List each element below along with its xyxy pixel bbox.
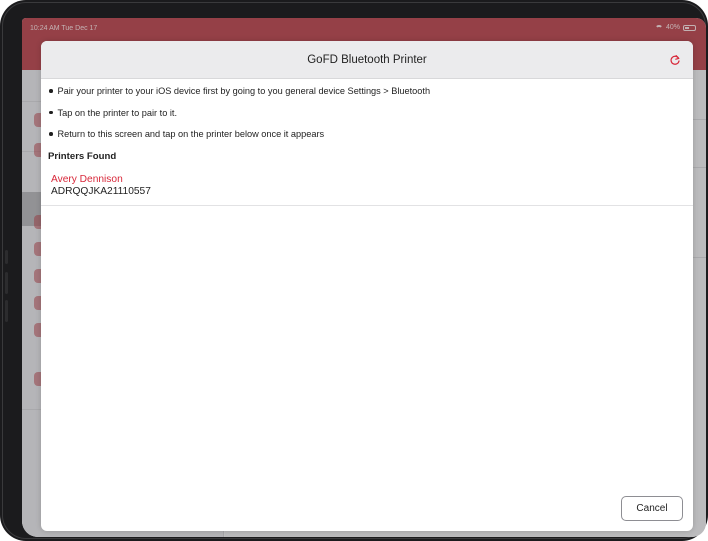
refresh-button[interactable] <box>667 52 683 68</box>
refresh-icon <box>670 55 680 65</box>
instruction-text: Pair your printer to your iOS device fir… <box>57 86 431 96</box>
printer-list-item[interactable]: Avery Dennison ADRQQJKA21110557 <box>41 174 693 206</box>
instructions-list: Pair your printer to your iOS device fir… <box>41 79 693 150</box>
printer-name: Avery Dennison <box>51 173 123 185</box>
modal-header: GoFD Bluetooth Printer <box>41 41 693 79</box>
printers-found-heading: Printers Found <box>48 150 117 162</box>
instruction-item: Return to this screen and tap on the pri… <box>47 128 693 150</box>
screen: 10:24 AM Tue Dec 17 40% GoFD Bluetooth P… <box>22 18 706 537</box>
instruction-item: Tap on the printer to pair to it. <box>47 107 693 129</box>
instruction-text: Tap on the printer to pair to it. <box>57 107 178 118</box>
modal-title: GoFD Bluetooth Printer <box>307 53 427 66</box>
cancel-button[interactable]: Cancel <box>621 496 683 521</box>
side-sensor <box>5 250 8 264</box>
printer-serial: ADRQQJKA21110557 <box>51 185 151 197</box>
printer-modal: GoFD Bluetooth Printer Pair your printer… <box>41 41 693 531</box>
ipad-frame: 10:24 AM Tue Dec 17 40% GoFD Bluetooth P… <box>0 0 708 541</box>
bullet-icon <box>49 89 53 93</box>
instruction-item: Pair your printer to your iOS device fir… <box>47 85 693 107</box>
instruction-text: Return to this screen and tap on the pri… <box>57 129 325 139</box>
side-sensor <box>5 272 8 294</box>
side-sensor <box>5 300 8 322</box>
bullet-icon <box>49 132 53 136</box>
bullet-icon <box>49 110 53 114</box>
